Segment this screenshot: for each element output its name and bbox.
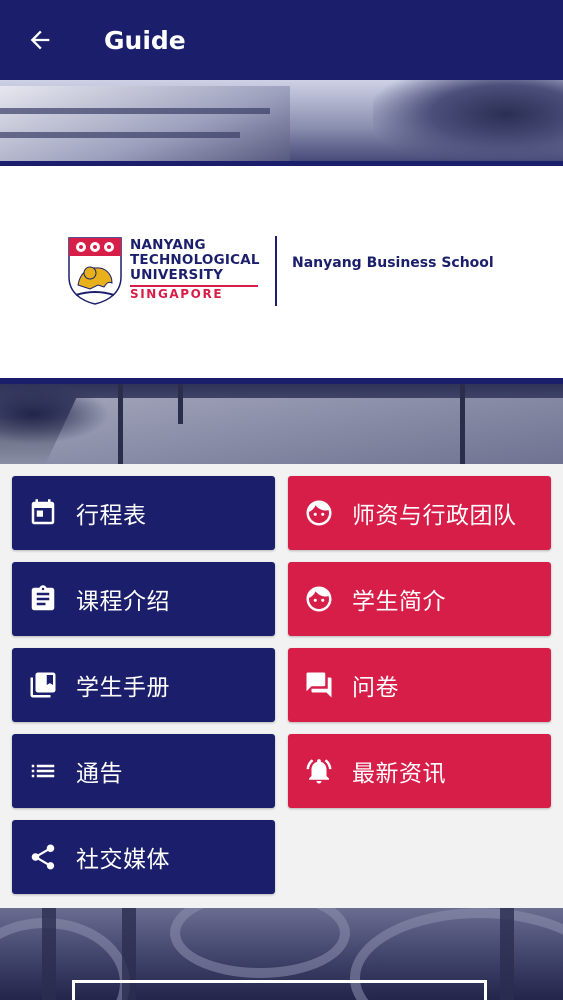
menu-item-student-profiles[interactable]: 学生简介	[288, 562, 551, 636]
menu-item-label: 学生手册	[76, 675, 170, 701]
menu-item-course-intro[interactable]: 课程介绍	[12, 562, 275, 636]
clipboard-icon	[28, 584, 58, 614]
menu-item-label: 社交媒体	[76, 847, 170, 873]
menu-item-label: 师资与行政团队	[352, 503, 517, 529]
menu-item-label: 最新资讯	[352, 761, 446, 787]
page-title: Guide	[104, 25, 186, 55]
menu-item-survey[interactable]: 问卷	[288, 648, 551, 722]
logo-vertical-divider	[275, 236, 277, 306]
university-name: NANYANG TECHNOLOGICAL UNIVERSITY	[130, 237, 260, 283]
share-icon	[28, 842, 58, 872]
menu-item-schedule[interactable]: 行程表	[12, 476, 275, 550]
header-photo	[0, 80, 563, 166]
app-bar: Guide	[0, 0, 563, 80]
university-logo-banner: NANYANG TECHNOLOGICAL UNIVERSITY SINGAPO…	[0, 166, 563, 378]
menu-item-label: 学生简介	[352, 589, 446, 615]
menu-item-label: 行程表	[76, 503, 147, 529]
face-icon	[304, 584, 334, 614]
university-country: SINGAPORE	[130, 287, 224, 301]
campus-photo	[0, 378, 563, 464]
calendar-icon	[28, 498, 58, 528]
arrow-left-icon	[30, 30, 50, 50]
menu-item-student-handbook[interactable]: 学生手册	[12, 648, 275, 722]
menu-item-latest-news[interactable]: 最新资讯	[288, 734, 551, 808]
overlay-frame	[72, 980, 487, 1000]
menu-item-label: 问卷	[352, 675, 399, 701]
menu-item-label: 通告	[76, 761, 123, 787]
face-icon	[304, 498, 334, 528]
menu-item-label: 课程介绍	[76, 589, 170, 615]
back-button[interactable]	[0, 0, 80, 80]
menu-item-faculty-staff[interactable]: 师资与行政团队	[288, 476, 551, 550]
school-name: Nanyang Business School	[292, 255, 494, 271]
chat-bubbles-icon	[304, 670, 334, 700]
menu-grid: 行程表 课程介绍 学生手册 通告 社交媒体 师资与行政团队 学生简介 问卷 最新…	[0, 464, 563, 908]
book-library-icon	[28, 670, 58, 700]
bell-ringing-icon	[304, 756, 334, 786]
menu-item-announcements[interactable]: 通告	[12, 734, 275, 808]
campus-building-photo	[0, 908, 563, 1000]
ntu-crest-logo	[68, 237, 122, 305]
list-icon	[28, 756, 58, 786]
menu-item-social-media[interactable]: 社交媒体	[12, 820, 275, 894]
